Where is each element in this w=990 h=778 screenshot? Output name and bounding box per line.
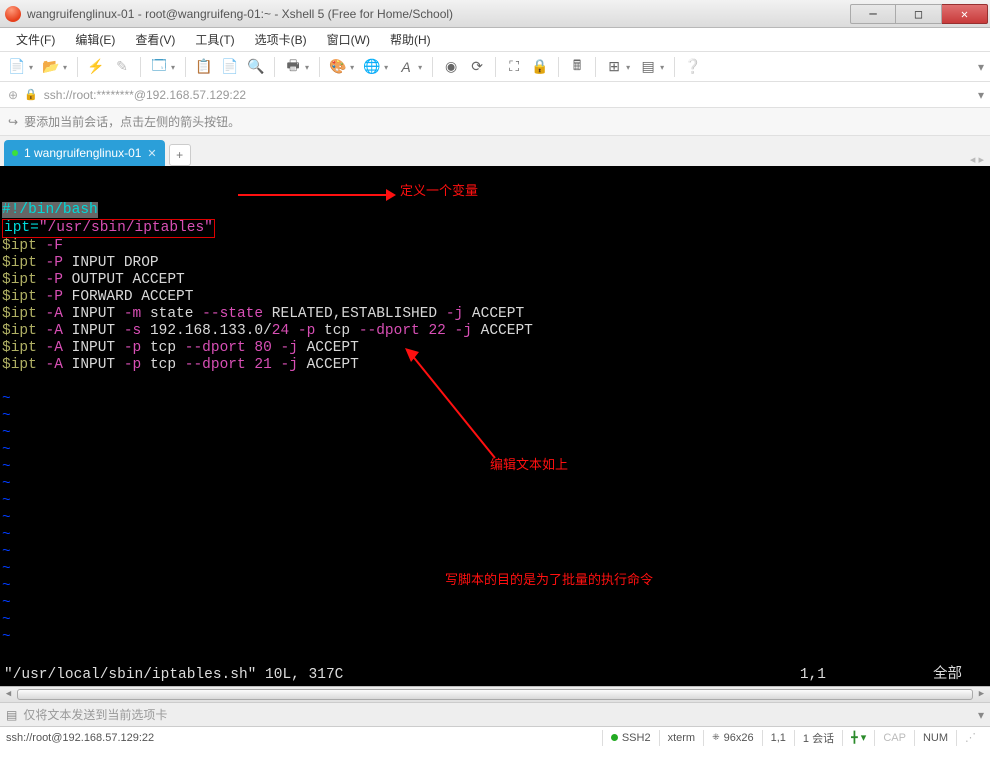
minimize-button[interactable]: ─ [850,4,896,24]
menu-help[interactable]: 帮助(H) [382,29,439,50]
menu-edit[interactable]: 编辑(E) [67,29,123,50]
tab-row: 1 wangruifenglinux-01 ✕ + ◂ ▸ [0,136,990,166]
menu-bar: 文件(F) 编辑(E) 查看(V) 工具(T) 选项卡(B) 窗口(W) 帮助(… [0,28,990,52]
term-line-1: #!/bin/bash [2,202,98,218]
status-bar: ssh://root@192.168.57.129:22 SSH2 xterm … [0,726,990,748]
tab-nav-arrows[interactable]: ◂ ▸ [970,153,984,166]
send-dropdown-icon[interactable]: ▾ [978,708,984,722]
status-size: ⁜ 96x26 [703,730,762,746]
menu-file[interactable]: 文件(F) [8,29,63,50]
lock-icon: 🔒 [24,88,38,101]
font-button[interactable]: A [395,56,417,78]
close-button[interactable]: ✕ [942,4,988,24]
paste-button[interactable]: 📄 [219,56,241,78]
status-rc: 1,1 [762,730,794,746]
info-bar: ↪ 要添加当前会话，点击左侧的箭头按钮。 [0,108,990,136]
annotation-text-1: 定义一个变量 [400,182,478,199]
window-controls: ─ □ ✕ [850,4,988,24]
transfer-button[interactable]: ⟳ [466,56,488,78]
menu-window[interactable]: 窗口(W) [319,29,378,50]
open-button[interactable]: 📂 [40,56,62,78]
status-num: NUM [914,730,956,746]
info-arrow-icon[interactable]: ↪ [8,115,18,129]
annotation-text-3: 写脚本的目的是为了批量的执行命令 [445,571,653,588]
tile-button[interactable]: ⊞ [603,56,625,78]
color-button[interactable]: 🎨 [327,56,349,78]
status-term: xterm [659,730,704,746]
terminal-pane[interactable]: #!/bin/bash ipt="/usr/sbin/iptables" $ip… [0,166,990,702]
toolbar-overflow-icon[interactable]: ▾ [978,60,984,74]
toolbar: 📄▾ 📂▾ ⚡ ✎ 🗔▾ 📋 📄 🔍 🖶▾ 🎨▾ 🌐▾ A▾ ◉ ⟳ ⛶ 🔒 🖩… [0,52,990,82]
maximize-button[interactable]: □ [896,4,942,24]
tab-close-icon[interactable]: ✕ [147,147,156,160]
status-resize-grip[interactable]: ⋰ [956,730,984,746]
help-button[interactable]: ❔ [682,56,704,78]
disconnect-button[interactable]: ✎ [111,56,133,78]
menu-tools[interactable]: 工具(T) [187,29,242,50]
annotation-arrow-2 [405,348,505,468]
terminal-h-scrollbar[interactable]: ◀ ▶ [0,686,990,702]
scroll-thumb[interactable] [17,689,973,700]
info-hint-text: 要添加当前会话，点击左侧的箭头按钮。 [24,113,240,130]
vim-cursor-pos: 1,1 [800,667,826,684]
add-tab-button[interactable]: + [169,144,191,166]
find-button[interactable]: 🔍 [245,56,267,78]
encoding-button[interactable]: 🌐 [361,56,383,78]
redbox-variable: ipt="/usr/sbin/iptables" [2,219,215,238]
menu-view[interactable]: 查看(V) [127,29,183,50]
status-dot-icon [611,734,618,741]
status-ssh2: SSH2 [602,730,659,746]
status-caps: CAP [874,730,914,746]
properties-button[interactable]: 🗔 [148,56,170,78]
lock-button[interactable]: 🔒 [529,56,551,78]
vim-range: 全部 [933,667,962,684]
tab-label: 1 wangruifenglinux-01 [24,146,141,160]
address-text[interactable]: ssh://root:********@192.168.57.129:22 [44,88,246,102]
fullscreen-button[interactable]: ⛶ [503,56,525,78]
addr-overflow-icon[interactable]: ▾ [978,88,984,102]
window-titlebar: wangruifenglinux-01 - root@wangruifeng-0… [0,0,990,28]
send-icon[interactable]: ▤ [6,708,17,722]
vim-status-line: "/usr/local/sbin/iptables.sh" 10L, 317C … [4,667,986,684]
copy-button[interactable]: 📋 [193,56,215,78]
app-logo-icon [5,6,21,22]
vim-file-info: "/usr/local/sbin/iptables.sh" 10L, 317C [4,667,343,684]
status-plus[interactable]: ╋ ▾ [842,730,874,746]
send-bar: ▤ 仅将文本发送到当前选项卡 ▾ [0,702,990,726]
cascade-button[interactable]: ▤ [637,56,659,78]
session-button[interactable]: ◉ [440,56,462,78]
scroll-left-icon[interactable]: ◀ [0,687,17,702]
status-connection: ssh://root@192.168.57.129:22 [6,732,154,744]
connected-dot-icon [12,150,18,156]
print-button[interactable]: 🖶 [282,56,304,78]
address-bar: ⊕ 🔒 ssh://root:********@192.168.57.129:2… [0,82,990,108]
session-tab[interactable]: 1 wangruifenglinux-01 ✕ [4,140,165,166]
calc-button[interactable]: 🖩 [566,56,588,78]
scroll-right-icon[interactable]: ▶ [973,687,990,702]
status-sessions: 1 会话 [794,730,842,746]
annotation-text-2: 编辑文本如上 [490,456,568,473]
send-hint-text: 仅将文本发送到当前选项卡 [23,706,167,723]
menu-tab[interactable]: 选项卡(B) [247,29,315,50]
window-title: wangruifenglinux-01 - root@wangruifeng-0… [27,7,850,21]
new-session-button[interactable]: 📄 [6,56,28,78]
session-add-icon[interactable]: ⊕ [8,88,18,102]
reconnect-button[interactable]: ⚡ [85,56,107,78]
annotation-arrow-1 [238,188,273,256]
